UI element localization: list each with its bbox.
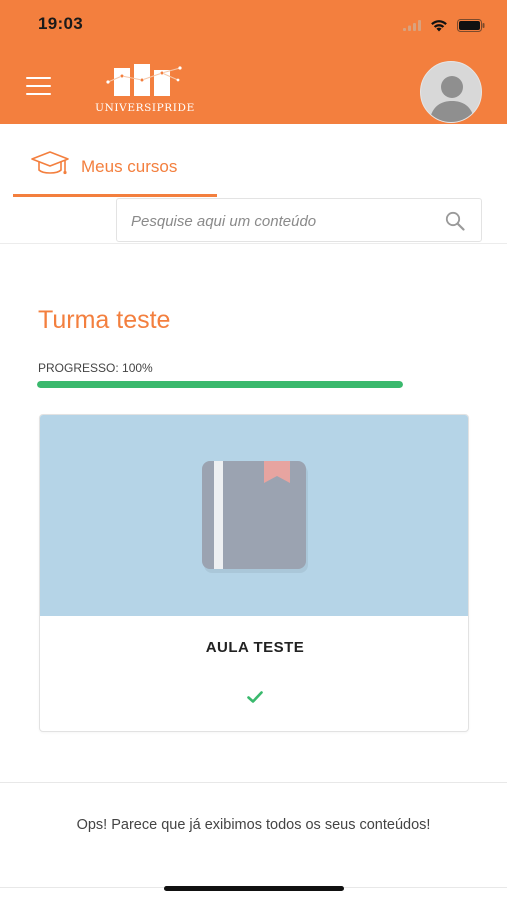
section-divider [0,243,507,244]
logo-text: UNIVERSIPRIDE [95,102,195,114]
progress-label: PROGRESSO: 100% [38,361,153,375]
user-avatar-icon[interactable] [420,61,482,123]
graduation-cap-icon [31,151,69,175]
search-input[interactable] [131,209,431,233]
bottom-divider [0,782,507,783]
checkmark-icon [247,691,263,703]
status-time: 19:03 [38,14,83,33]
battery-icon [457,18,485,32]
lesson-card-cover [40,415,468,616]
hamburger-menu-icon[interactable] [26,75,52,97]
book-icon [202,461,308,573]
lesson-card-title: AULA TESTE [205,639,305,656]
end-of-content-message: Ops! Parece que já exibimos todos os seu… [76,817,431,833]
course-title: Turma teste [38,306,171,334]
search-field [116,198,482,242]
wifi-icon [431,19,447,31]
status-icons [403,16,485,34]
tab-active-indicator [13,194,217,197]
lesson-card[interactable]: AULA TESTE [39,414,469,732]
logo-mark [106,64,182,96]
signal-icon [403,20,421,31]
status-bar: 19:03 [0,0,507,50]
tab-bar: Meus cursos [0,124,507,200]
tab-label: Meus cursos [81,157,178,176]
app-header: UNIVERSIPRIDE [0,50,507,124]
search-icon[interactable] [445,211,465,231]
progress-bar-fill [37,381,403,388]
progress-bar [37,381,403,388]
tab-meus-cursos[interactable]: Meus cursos [13,124,217,198]
universipride-logo: UNIVERSIPRIDE [88,58,202,120]
home-indicator [164,886,344,891]
